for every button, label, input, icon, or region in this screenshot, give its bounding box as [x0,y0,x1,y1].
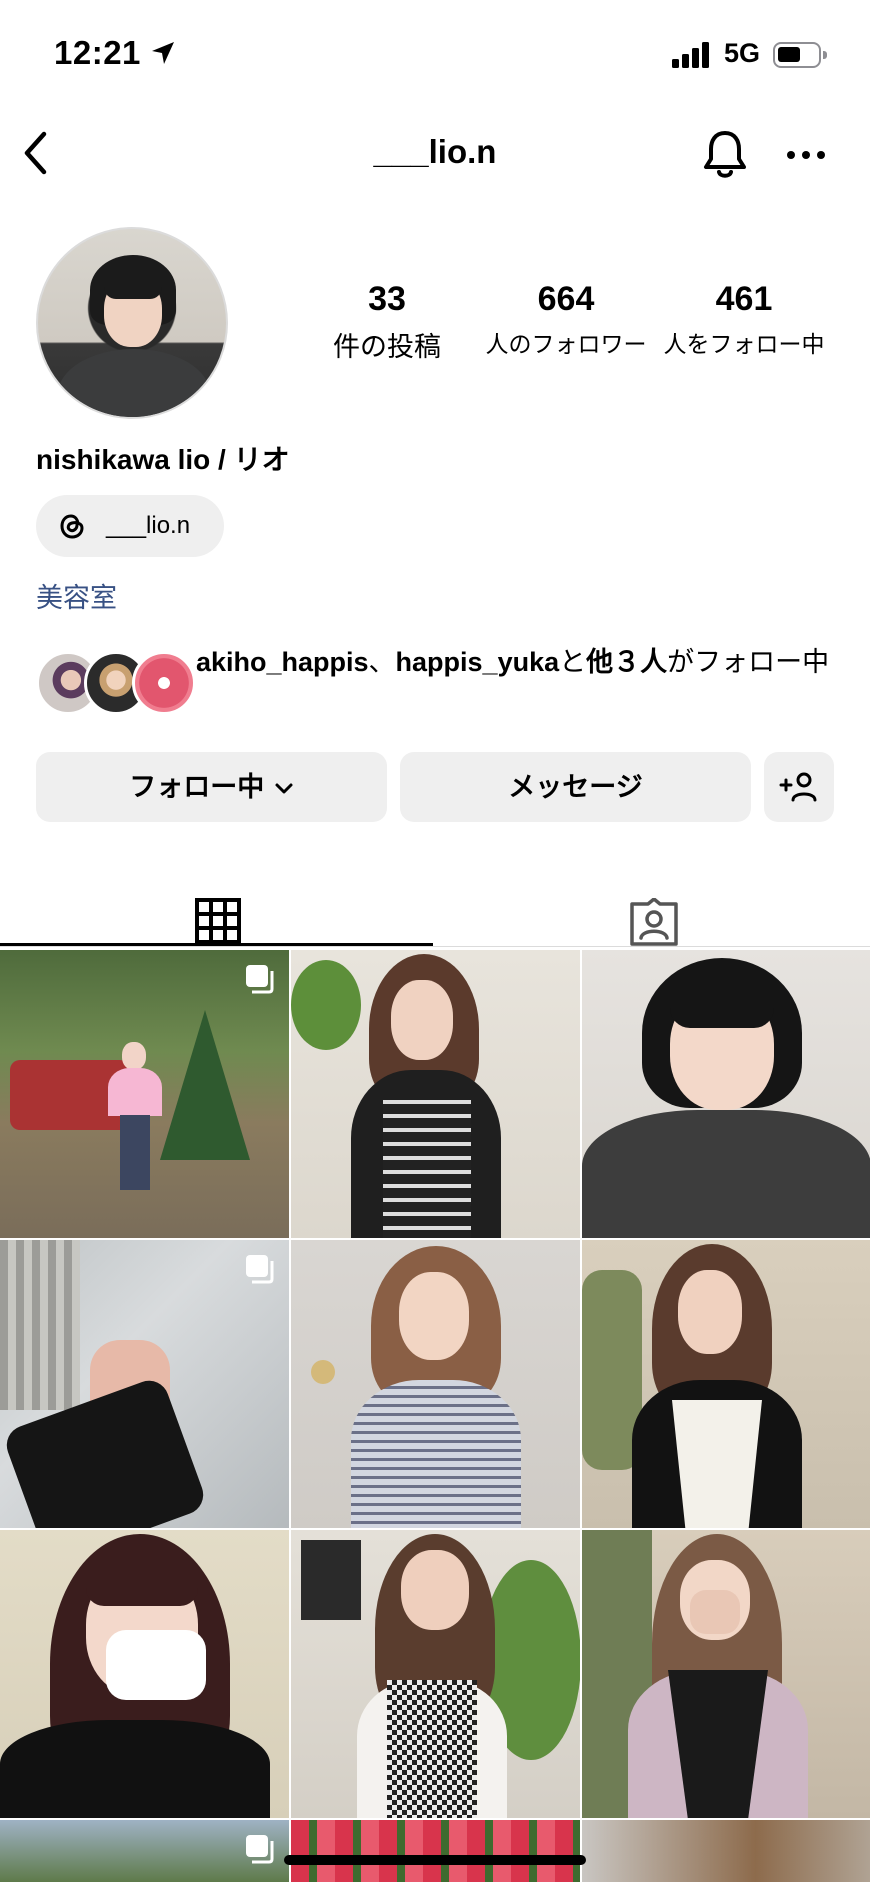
profile-full-name: nishikawa lio / リオ [36,444,290,475]
multiple-posts-icon [246,1835,274,1864]
tagged-icon [630,898,678,946]
more-icon[interactable] [786,150,826,160]
battery-icon [773,42,827,68]
stat-posts-label: 件の投稿 [333,332,441,362]
mutual-others[interactable]: 他３人 [586,647,667,677]
post-thumbnail[interactable] [582,950,870,1238]
stat-posts[interactable]: 33 件の投稿 [297,280,477,364]
signal-icon [672,42,709,68]
post-thumbnail[interactable] [582,1530,870,1818]
post-thumbnail[interactable] [291,1240,580,1528]
multiple-posts-icon [246,965,274,994]
bell-icon[interactable] [700,128,750,180]
status-bar: 12:21 5G [0,0,870,110]
threads-icon [60,514,84,539]
tab-tagged[interactable] [435,870,870,946]
chevron-down-icon [275,783,293,794]
stat-following-count: 461 [715,280,773,318]
post-thumbnail[interactable] [0,1820,289,1882]
status-time: 12:21 [54,34,141,71]
stat-following[interactable]: 461 人をフォロー中 [654,280,834,359]
mutual-sep: 、 [368,647,396,677]
tab-divider [0,946,870,947]
threads-badge[interactable]: ___lio.n [36,495,224,557]
threads-username: ___lio.n [106,512,191,539]
post-thumbnail[interactable] [291,1820,580,1882]
following-button-label: フォロー中 [129,772,265,802]
stat-followers-label: 人のフォロワー [485,331,647,357]
post-thumbnail[interactable] [582,1820,870,1882]
suggest-people-button[interactable] [764,752,834,822]
post-thumbnail[interactable] [0,1240,289,1528]
mutual-user-2[interactable]: happis_yuka [396,647,560,677]
multiple-posts-icon [246,1255,274,1284]
stat-following-label: 人をフォロー中 [663,331,825,357]
profile-category[interactable]: 美容室 [36,576,117,615]
profile-avatar[interactable] [36,227,228,419]
mutual-user-1[interactable]: akiho_happis [196,647,369,677]
mutual-suffix: がフォロー中 [667,647,830,677]
location-arrow-icon [152,42,174,64]
following-button[interactable]: フォロー中 [36,752,387,822]
stat-followers[interactable]: 664 人のフォロワー [476,280,656,359]
mutual-avatar-3[interactable] [132,651,196,715]
post-thumbnail[interactable] [291,1530,580,1818]
post-thumbnail[interactable] [0,1530,289,1818]
message-button-label: メッセージ [508,772,643,802]
home-indicator [284,1855,586,1865]
mutual-mid: と [559,647,587,677]
post-thumbnail[interactable] [291,950,580,1238]
mutual-followers-text[interactable]: akiho_happis、happis_yukaと他３人がフォロー中 [196,642,846,682]
tab-posts-grid[interactable] [0,870,435,946]
post-thumbnail[interactable] [582,1240,870,1528]
grid-icon [195,898,241,944]
stat-posts-count: 33 [368,280,406,318]
message-button[interactable]: メッセージ [400,752,751,822]
stat-followers-count: 664 [537,280,595,318]
add-person-icon [779,772,817,802]
post-thumbnail[interactable] [0,950,289,1238]
network-type: 5G [724,38,761,68]
